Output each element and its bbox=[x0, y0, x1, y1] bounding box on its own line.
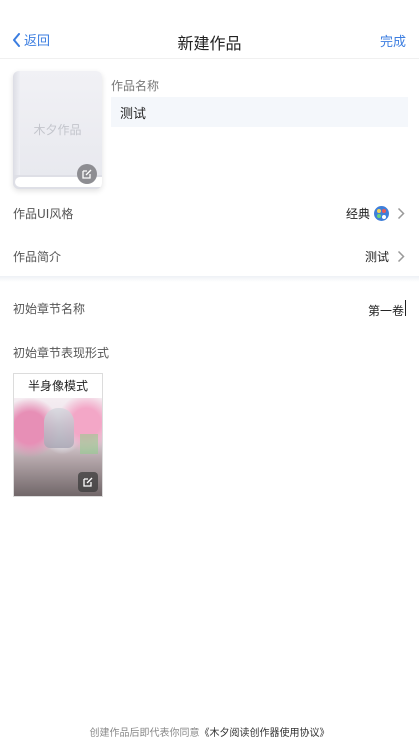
edit-mode-icon[interactable] bbox=[78, 472, 98, 492]
section-divider bbox=[0, 276, 419, 282]
intro-label: 作品简介 bbox=[13, 249, 62, 264]
intro-row[interactable]: 作品简介 测试 bbox=[0, 236, 419, 276]
edit-cover-icon[interactable] bbox=[77, 164, 97, 184]
work-name-input[interactable] bbox=[111, 97, 408, 127]
half-body-mode-card[interactable]: 半身像模式 bbox=[13, 373, 103, 497]
ui-style-value-group: 经典 bbox=[346, 205, 389, 222]
chapter-name-input[interactable] bbox=[282, 299, 406, 321]
page-title: 新建作品 bbox=[177, 34, 242, 53]
top-nav-bar: 返回 新建作品 完成 bbox=[0, 0, 419, 59]
text-caret bbox=[405, 300, 406, 316]
ui-style-label: 作品UI风格 bbox=[13, 206, 74, 221]
book-cover[interactable]: 木夕作品 bbox=[13, 71, 102, 189]
done-button[interactable]: 完成 bbox=[380, 31, 406, 50]
cover-placeholder-text: 木夕作品 bbox=[33, 123, 82, 137]
ui-style-value: 经典 bbox=[345, 206, 370, 221]
intro-value: 测试 bbox=[364, 249, 389, 264]
agreement-footer: 创建作品后即代表你同意《木夕阅读创作器使用协议》 bbox=[0, 724, 419, 739]
chapter-name-label: 初始章节名称 bbox=[13, 301, 86, 316]
ui-style-row[interactable]: 作品UI风格 经典 bbox=[0, 193, 419, 233]
chevron-right-icon bbox=[397, 250, 405, 263]
work-name-label: 作品名称 bbox=[111, 79, 160, 93]
agreement-prefix: 创建作品后即代表你同意 bbox=[89, 728, 200, 739]
chevron-right-icon bbox=[397, 207, 405, 220]
chapter-format-label: 初始章节表现形式 bbox=[13, 346, 110, 360]
mode-title: 半身像模式 bbox=[27, 379, 88, 393]
palette-icon bbox=[374, 205, 389, 221]
agreement-link[interactable]: 《木夕阅读创作器使用协议》 bbox=[200, 728, 330, 739]
